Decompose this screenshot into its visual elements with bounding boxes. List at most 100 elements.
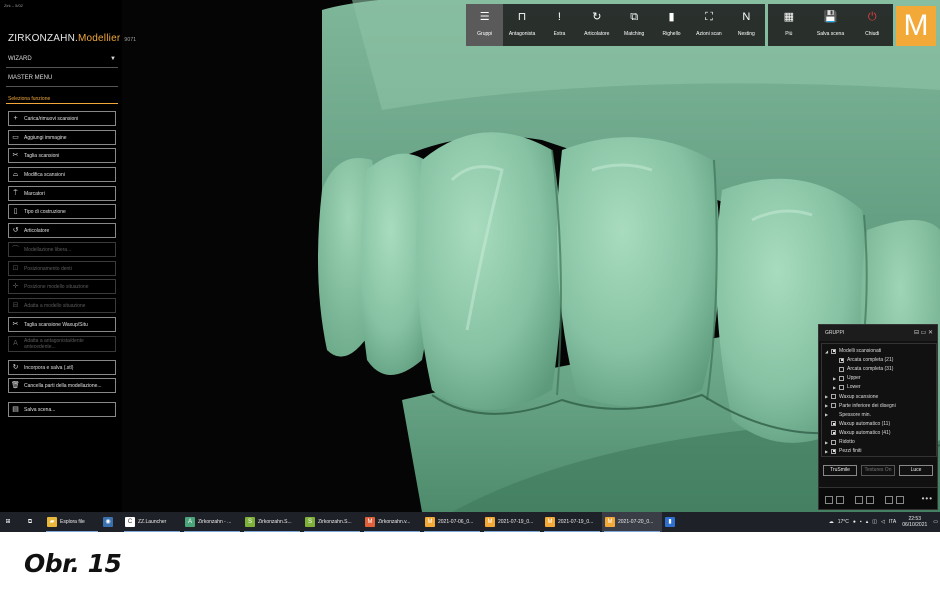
- gruppi-button-0[interactable]: TruSmile: [823, 465, 857, 476]
- toolbar-label: Nesting: [737, 31, 755, 37]
- tree-item[interactable]: ▶ Pezzi finiti: [825, 448, 862, 454]
- figure-caption: Obr. 15: [24, 549, 122, 578]
- gruppi-tree: ◢ Modelli scansionati Arcata completa (21)…: [821, 343, 937, 457]
- articulator-icon: ↻: [592, 11, 602, 23]
- tree-item[interactable]: Arcata completa (21): [833, 357, 893, 363]
- toolbar-right-button-2[interactable]: ⏻ Chiudi: [851, 4, 893, 46]
- view-square-icon[interactable]: [825, 496, 833, 504]
- function-button-11[interactable]: ✂ Taglia scansione Waxup/Situ: [8, 317, 116, 332]
- notification-icon[interactable]: ▭: [933, 519, 938, 525]
- wizard-menu[interactable]: WIZARD ▼: [8, 56, 118, 62]
- view-square-icon[interactable]: [896, 496, 904, 504]
- toolbar-right-button-0[interactable]: ▦ Più: [768, 4, 810, 46]
- function-button-3[interactable]: ⌓ Modifica scansioni: [8, 167, 116, 182]
- view-square-icon[interactable]: [885, 496, 893, 504]
- weather-temp[interactable]: 17°C: [838, 519, 849, 525]
- tree-item[interactable]: ▶ Lower: [833, 384, 861, 390]
- gruppi-button-2[interactable]: Luce: [899, 465, 933, 476]
- collapsed-arrow-icon[interactable]: ▶: [825, 412, 831, 417]
- function-button-13[interactable]: ↻ Incorpora e salva (.stl): [8, 360, 116, 375]
- tree-checkbox[interactable]: [831, 421, 836, 427]
- tree-item-label: Lower: [847, 384, 861, 391]
- tree-item[interactable]: ▶ Upper: [833, 375, 861, 381]
- view-square-icon[interactable]: [855, 496, 863, 504]
- network-icon[interactable]: ◫: [872, 519, 877, 525]
- tree-item[interactable]: ▶ Spessore min.: [825, 412, 871, 418]
- toolbar-button-6[interactable]: ⛶ Azioni scan: [690, 4, 727, 46]
- taskbar-item-12[interactable]: M 2021-07-20_0...: [602, 512, 662, 532]
- more-dots-icon[interactable]: •••: [922, 494, 933, 503]
- tree-checkbox[interactable]: [831, 348, 836, 354]
- tree-checkbox[interactable]: [831, 448, 836, 454]
- toolbar-button-4[interactable]: ⧉ Matching: [616, 4, 653, 46]
- clock[interactable]: 22:53 06/10/2021: [902, 516, 927, 528]
- view-square-icon[interactable]: [866, 496, 874, 504]
- tree-checkbox[interactable]: [831, 439, 836, 445]
- toolbar-button-1[interactable]: ⊓ Antagonista: [503, 4, 540, 46]
- taskbar-item-13[interactable]: ▮: [662, 512, 684, 532]
- master-menu[interactable]: MASTER MENU: [8, 75, 118, 81]
- taskbar-item-10[interactable]: M 2021-07-19_0...: [482, 512, 542, 532]
- taskbar-item-2[interactable]: ▰ Esplora file: [44, 512, 100, 532]
- taskbar-item-7[interactable]: S Zirkonzahn.S...: [302, 512, 362, 532]
- function-button-4[interactable]: ⍑ Marcatori: [8, 186, 116, 201]
- function-button-15[interactable]: ▤ Salva scena...: [8, 402, 116, 417]
- tree-checkbox[interactable]: [831, 394, 836, 399]
- view-square-icon[interactable]: [836, 496, 844, 504]
- taskbar-item-1[interactable]: ⧉: [22, 512, 44, 532]
- tree-checkbox[interactable]: [839, 375, 844, 381]
- tree-item[interactable]: Waxup automatico (41): [825, 430, 891, 436]
- function-button-14[interactable]: 🗑 Cancella parti della modellazione...: [8, 378, 116, 393]
- tray-icon[interactable]: ▴: [866, 519, 869, 525]
- windows-start-icon: ⊞: [3, 517, 13, 527]
- toolbar-button-7[interactable]: N Nesting: [728, 4, 765, 46]
- edit-scan-icon: ⌓: [12, 171, 19, 178]
- function-button-0[interactable]: + Carica/rimuovi scansioni: [8, 111, 116, 126]
- toolbar-button-3[interactable]: ↻ Articolatore: [578, 4, 615, 46]
- function-label: Aggiungi immagine: [24, 134, 67, 141]
- tree-checkbox[interactable]: [839, 366, 844, 372]
- modellier-logo: M: [896, 6, 936, 46]
- gruppi-button-1[interactable]: Textures On: [861, 465, 895, 476]
- taskbar-item-5[interactable]: A Zirkonzahn - ...: [182, 512, 242, 532]
- function-button-1[interactable]: ▭ Aggiungi immagine: [8, 130, 116, 145]
- function-button-5[interactable]: ▯ Tipo di costruzione: [8, 204, 116, 219]
- taskbar-item-11[interactable]: M 2021-07-19_0...: [542, 512, 602, 532]
- left-panel: Zirk – 5/02 ZIRKONZAHN.Modellier 9071 WIZ…: [0, 0, 136, 512]
- taskbar-item-6[interactable]: S Zirkonzahn.S...: [242, 512, 302, 532]
- function-button-6[interactable]: ↺ Articolatore: [8, 223, 116, 238]
- toolbar-right-button-1[interactable]: 💾 Salva scena: [810, 4, 852, 46]
- volume-icon[interactable]: ◁: [881, 519, 885, 525]
- toolbar-button-2[interactable]: ! Extra: [541, 4, 578, 46]
- taskbar-item-9[interactable]: M 2021-07-06_0...: [422, 512, 482, 532]
- tree-item[interactable]: Waxup automatico (11): [825, 421, 890, 427]
- toolbar-button-5[interactable]: ▮ Righello: [653, 4, 690, 46]
- tree-checkbox[interactable]: [839, 357, 844, 363]
- function-button-2[interactable]: ✂ Taglia scansioni: [8, 148, 116, 163]
- panel-controls-icon[interactable]: ⊟ ▭ ✕: [914, 329, 933, 336]
- tray-icon[interactable]: ●: [853, 519, 856, 525]
- taskbar-item-0[interactable]: ⊞: [0, 512, 22, 532]
- taskbar-item-3[interactable]: ◉: [100, 512, 122, 532]
- taskbar-item-label: Esplora file: [60, 519, 85, 525]
- toolbar-button-0[interactable]: ☰ Gruppi: [466, 4, 504, 46]
- modellier-icon: M: [545, 517, 555, 527]
- tree-item[interactable]: Arcata completa (31): [833, 366, 893, 372]
- toolbar-label: Extra: [553, 31, 566, 37]
- tree-checkbox[interactable]: [831, 430, 836, 436]
- tree-checkbox[interactable]: [831, 403, 836, 409]
- taskbar-item-4[interactable]: C ZZ.Launcher: [122, 512, 182, 532]
- tree-item[interactable]: ◢ Modelli scansionati: [825, 348, 881, 354]
- function-button-12: A Adatta a antagonista/dente antecedente.…: [8, 336, 116, 352]
- tree-item[interactable]: ▶ Waxup scansione: [825, 394, 878, 400]
- tree-item[interactable]: ▶ Ridotto: [825, 439, 855, 445]
- tray-icon[interactable]: ▪: [860, 519, 862, 525]
- weather-icon[interactable]: ☁: [829, 519, 834, 525]
- toolbar-label: Articolatore: [584, 31, 610, 37]
- modellier-icon: M: [605, 517, 615, 527]
- tree-item[interactable]: ▶ Parte inferiore dei disegni: [825, 403, 896, 409]
- tree-checkbox[interactable]: [839, 384, 844, 390]
- taskbar-item-8[interactable]: M Zirkonzahn.v...: [362, 512, 422, 532]
- tree-item-label: Pezzi finiti: [839, 448, 862, 455]
- language-indicator[interactable]: ITA: [889, 519, 896, 525]
